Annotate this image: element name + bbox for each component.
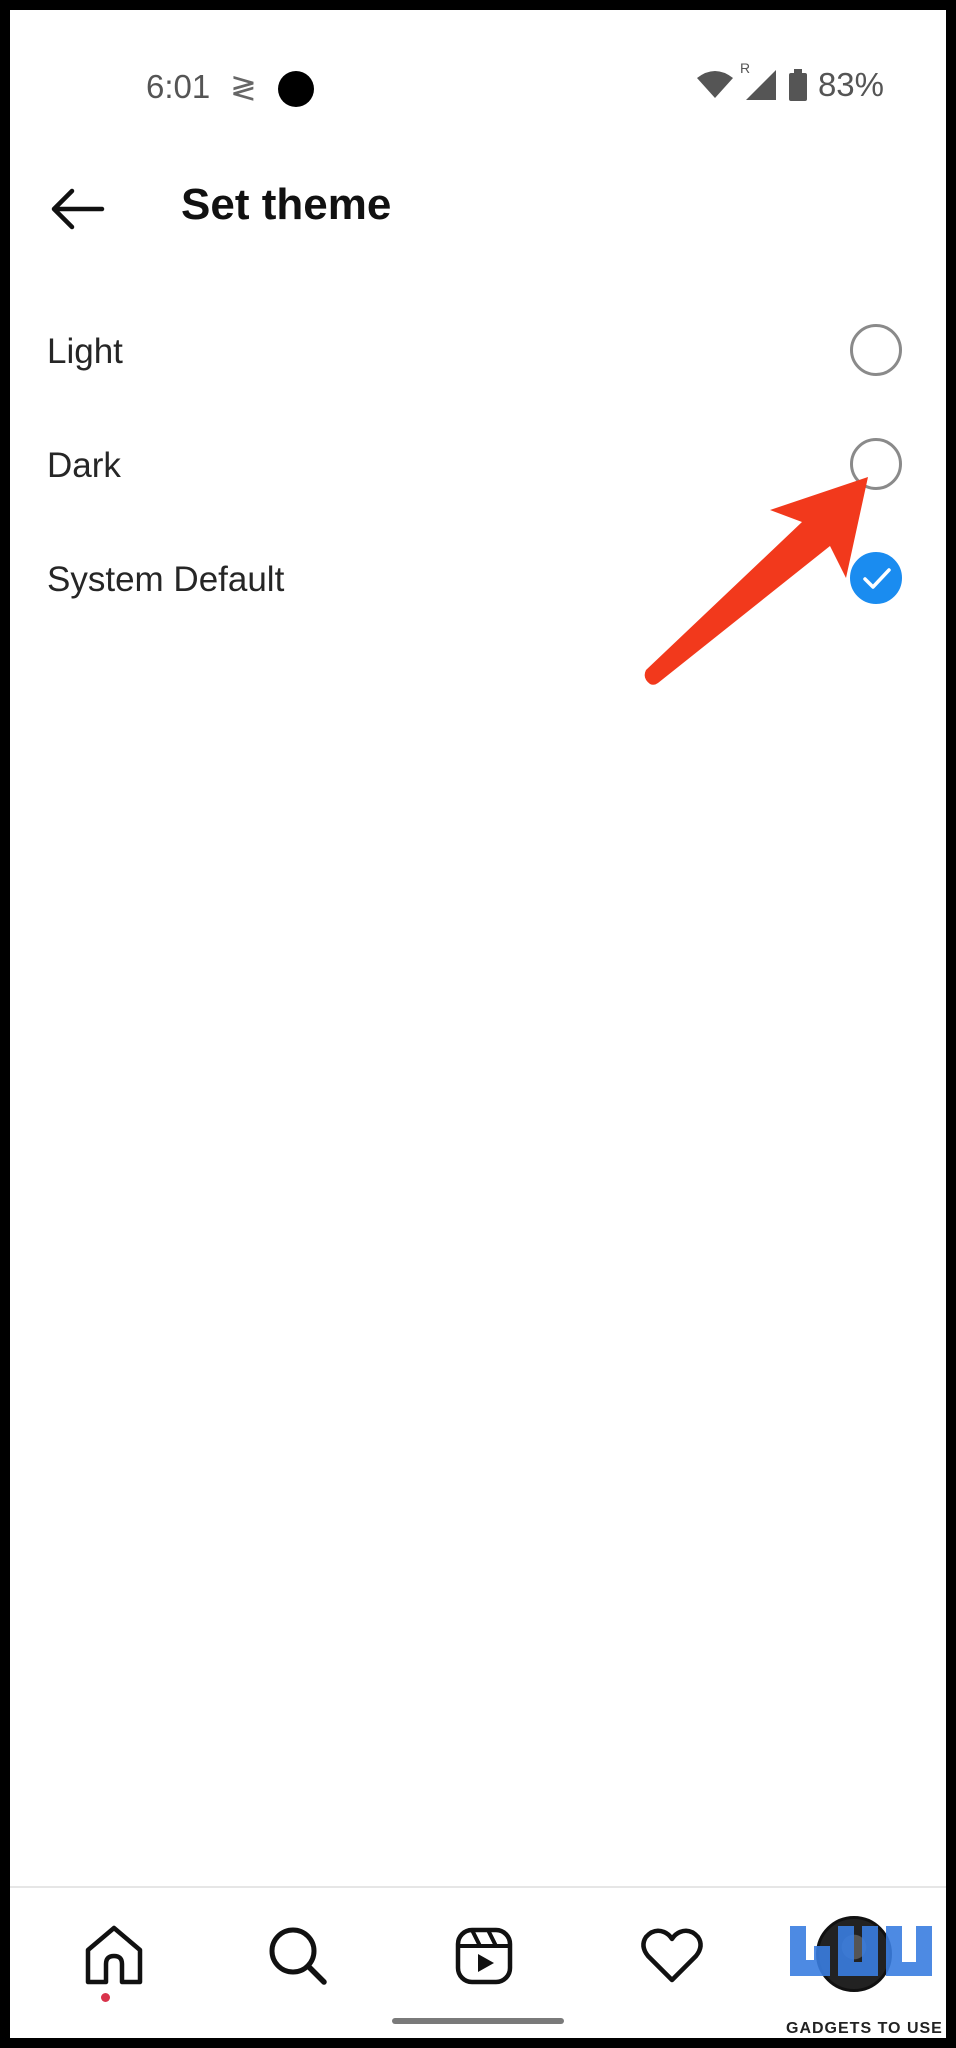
status-bar: 6:01 ≷ R 83%	[10, 10, 946, 150]
option-dark-radio[interactable]	[850, 438, 902, 490]
back-arrow-icon	[51, 188, 105, 230]
gadgets-to-use-logo	[790, 1926, 932, 1976]
option-system-default-label: System Default	[47, 560, 285, 599]
back-button[interactable]	[46, 178, 108, 240]
home-notification-dot	[101, 1993, 110, 2002]
option-light-label: Light	[47, 332, 123, 371]
roaming-badge: R	[739, 60, 751, 76]
front-camera	[278, 71, 314, 107]
page-title: Set theme	[181, 180, 392, 229]
status-time: 6:01	[146, 68, 211, 105]
checkmark-icon	[863, 568, 891, 589]
nav-home[interactable]	[78, 1920, 150, 1992]
option-system-default-radio[interactable]	[850, 552, 902, 604]
search-icon	[269, 1927, 327, 1985]
signal-icon: R	[740, 60, 778, 100]
option-light-radio[interactable]	[850, 324, 902, 376]
watermark-text: GADGETS TO USE	[786, 2020, 943, 2037]
option-dark[interactable]: Dark	[10, 412, 946, 520]
gesture-bar	[392, 2018, 564, 2024]
option-system-default[interactable]: System Default	[10, 526, 946, 634]
option-dark-label: Dark	[47, 446, 121, 485]
reels-icon	[455, 1927, 513, 1985]
battery-percentage: 83%	[817, 66, 884, 103]
option-light[interactable]: Light	[10, 298, 946, 406]
bottom-nav-divider	[10, 1886, 946, 1888]
home-icon	[85, 1925, 143, 1985]
nav-activity[interactable]	[636, 1920, 708, 1992]
screen: 6:01 ≷ R 83% Set theme Light Dark System…	[10, 10, 946, 2038]
data-saver-icon: ≷	[230, 69, 257, 105]
nav-search[interactable]	[262, 1920, 334, 1992]
wifi-icon	[696, 71, 733, 98]
status-icons: R 83%	[696, 60, 884, 104]
nav-reels[interactable]	[448, 1920, 520, 1992]
heart-icon	[641, 1928, 703, 1983]
battery-icon	[788, 69, 807, 101]
